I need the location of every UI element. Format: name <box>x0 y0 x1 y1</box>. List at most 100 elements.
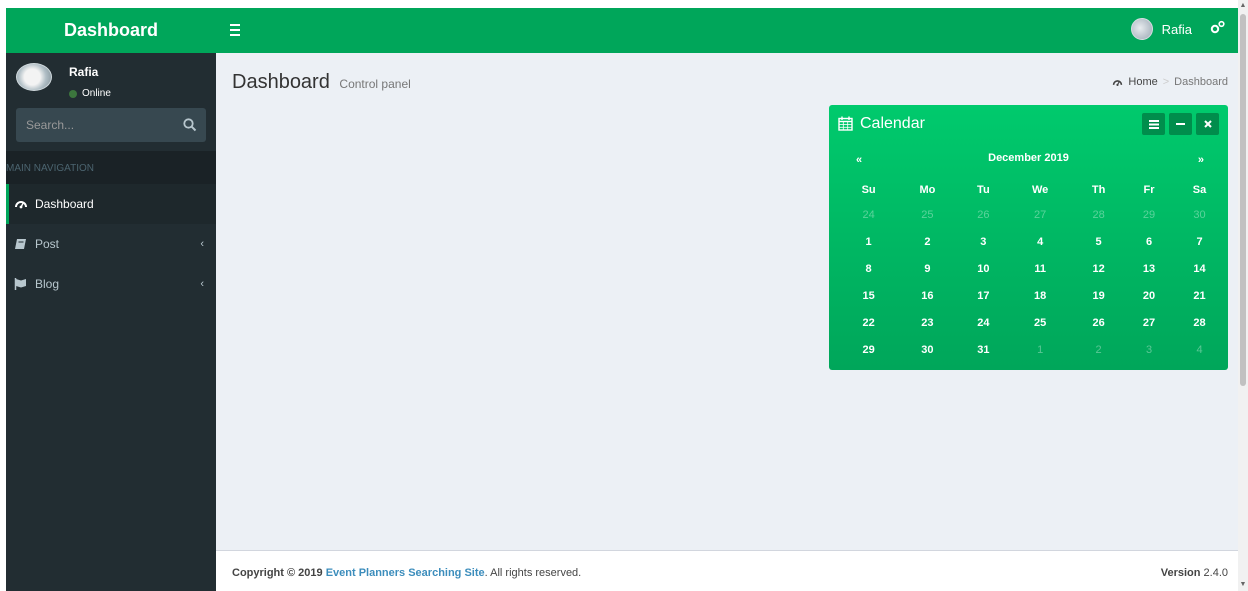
calendar-day[interactable]: 25 <box>1008 309 1072 336</box>
calendar-day[interactable]: 11 <box>1008 255 1072 282</box>
calendar-day[interactable]: 3 <box>959 228 1009 255</box>
calendar-day[interactable]: 30 <box>896 336 958 363</box>
breadcrumb: Home > Dashboard <box>1112 76 1228 88</box>
site-link[interactable]: Event Planners Searching Site <box>326 567 485 579</box>
calendar-day[interactable]: 8 <box>841 255 896 282</box>
logo[interactable]: Dashboard <box>6 8 216 53</box>
close-button[interactable] <box>1196 113 1219 135</box>
version-info: Version 2.4.0 <box>1161 567 1228 579</box>
calendar-day[interactable]: 22 <box>841 309 896 336</box>
weekday-header: Mo <box>919 184 936 196</box>
breadcrumb-home[interactable]: Home <box>1112 76 1158 88</box>
calendar-day[interactable]: 26 <box>959 201 1009 228</box>
search-input[interactable] <box>16 108 166 142</box>
close-icon <box>1203 120 1212 128</box>
calendar-body: 24 25 26 27 28 29 30 1 2 3 4 5 6 7 8 9 10 11 12 13 14 15 16 17 1… <box>841 201 1226 363</box>
calendar-day[interactable]: 18 <box>1008 282 1072 309</box>
status-text: Online <box>82 88 111 99</box>
nav-header: MAIN NAVIGATION <box>6 151 216 184</box>
next-month-button[interactable]: » <box>1198 154 1204 166</box>
sidebar-item-blog[interactable]: Blog ‹ <box>6 264 216 304</box>
calendar-widget: Calendar « December 2019 » Su Mo Tu We T… <box>829 105 1228 370</box>
calendar-day[interactable]: 26 <box>1072 309 1125 336</box>
avatar <box>16 63 52 91</box>
calendar-title: Calendar <box>860 115 925 132</box>
weekday-header: Tu <box>977 184 990 196</box>
sidebar-toggle-button[interactable] <box>230 21 248 39</box>
page-subtitle: Control panel <box>339 77 411 91</box>
online-dot-icon <box>69 89 77 98</box>
version-number: 2.4.0 <box>1203 567 1228 579</box>
calendar-day[interactable]: 1 <box>841 228 896 255</box>
calendar-day[interactable]: 20 <box>1125 282 1173 309</box>
calendar-week-row: 24 25 26 27 28 29 30 <box>841 201 1226 228</box>
sidebar-item-post[interactable]: Post ‹ <box>6 224 216 264</box>
copyright-suffix: . All rights reserved. <box>484 567 582 579</box>
calendar-day[interactable]: 10 <box>959 255 1009 282</box>
calendar-menu-button[interactable] <box>1142 113 1165 135</box>
hamburger-icon <box>230 24 240 26</box>
page-title-text: Dashboard <box>232 71 330 93</box>
calendar-day[interactable]: 25 <box>896 201 958 228</box>
calendar-week-row: 29 30 31 1 2 3 4 <box>841 336 1226 363</box>
calendar-day[interactable]: 13 <box>1125 255 1173 282</box>
page-scrollbar[interactable]: ▲ ▼ <box>1238 0 1248 591</box>
calendar-day[interactable]: 31 <box>959 336 1009 363</box>
calendar-day[interactable]: 5 <box>1072 228 1125 255</box>
calendar-day[interactable]: 7 <box>1173 228 1226 255</box>
chevron-left-icon: ‹ <box>200 278 204 290</box>
calendar-week-row: 22 23 24 25 26 27 28 <box>841 309 1226 336</box>
calendar-day[interactable]: 23 <box>896 309 958 336</box>
calendar-week-row: 8 9 10 11 12 13 14 <box>841 255 1226 282</box>
sidebar-item-label: Dashboard <box>35 197 94 211</box>
calendar-day[interactable]: 2 <box>896 228 958 255</box>
status-badge: Online <box>69 88 111 99</box>
user-menu-name: Rafia <box>1161 21 1192 37</box>
calendar-day[interactable]: 28 <box>1173 309 1226 336</box>
calendar-day[interactable]: 16 <box>896 282 958 309</box>
calendar-day[interactable]: 30 <box>1173 201 1226 228</box>
calendar-day[interactable]: 12 <box>1072 255 1125 282</box>
sidebar-item-dashboard[interactable]: Dashboard <box>6 184 216 224</box>
scroll-up-icon[interactable]: ▲ <box>1239 2 1247 10</box>
calendar-day[interactable]: 24 <box>841 201 896 228</box>
calendar-day[interactable]: 28 <box>1072 201 1125 228</box>
logo-text: Dashboard <box>63 20 159 40</box>
calendar-day[interactable]: 27 <box>1008 201 1072 228</box>
calendar-day[interactable]: 4 <box>1173 336 1226 363</box>
sidebar-item-label: Post <box>35 237 60 251</box>
calendar-day[interactable]: 29 <box>841 336 896 363</box>
calendar-day[interactable]: 1 <box>1008 336 1072 363</box>
book-icon <box>15 239 26 249</box>
calendar-day[interactable]: 29 <box>1125 201 1173 228</box>
calendar-day[interactable]: 14 <box>1173 255 1226 282</box>
weekday-header: Fr <box>1143 184 1155 196</box>
calendar-day[interactable]: 15 <box>841 282 896 309</box>
calendar-day[interactable]: 17 <box>959 282 1009 309</box>
calendar-day[interactable]: 9 <box>896 255 958 282</box>
top-navbar: Rafia <box>216 8 1238 53</box>
calendar-month[interactable]: December 2019 <box>829 152 1228 164</box>
calendar-nav: « December 2019 » <box>829 143 1228 174</box>
scroll-down-icon[interactable]: ▼ <box>1239 581 1247 589</box>
calendar-day[interactable]: 2 <box>1072 336 1125 363</box>
calendar-day[interactable]: 19 <box>1072 282 1125 309</box>
scroll-thumb[interactable] <box>1240 14 1246 386</box>
calendar-day[interactable]: 24 <box>959 309 1009 336</box>
user-panel-name: Rafia <box>69 65 99 79</box>
version-label: Version <box>1160 567 1201 579</box>
calendar-grid: Su Mo Tu We Th Fr Sa 24 25 26 27 28 29 30 1 2 3 4 5 6 7 8 9 10… <box>841 179 1226 363</box>
calendar-day[interactable]: 4 <box>1008 228 1072 255</box>
calendar-day[interactable]: 6 <box>1125 228 1173 255</box>
user-menu[interactable]: Rafia <box>1130 18 1192 40</box>
calendar-tools <box>1142 113 1219 135</box>
calendar-icon <box>838 116 853 131</box>
calendar-day[interactable]: 21 <box>1173 282 1226 309</box>
search-icon[interactable] <box>182 117 198 133</box>
calendar-day[interactable]: 3 <box>1125 336 1173 363</box>
weekday-header: We <box>1032 184 1049 196</box>
gears-icon[interactable] <box>1210 19 1226 35</box>
sidebar-item-label: Blog <box>35 277 60 291</box>
calendar-day[interactable]: 27 <box>1125 309 1173 336</box>
collapse-button[interactable] <box>1169 113 1192 135</box>
